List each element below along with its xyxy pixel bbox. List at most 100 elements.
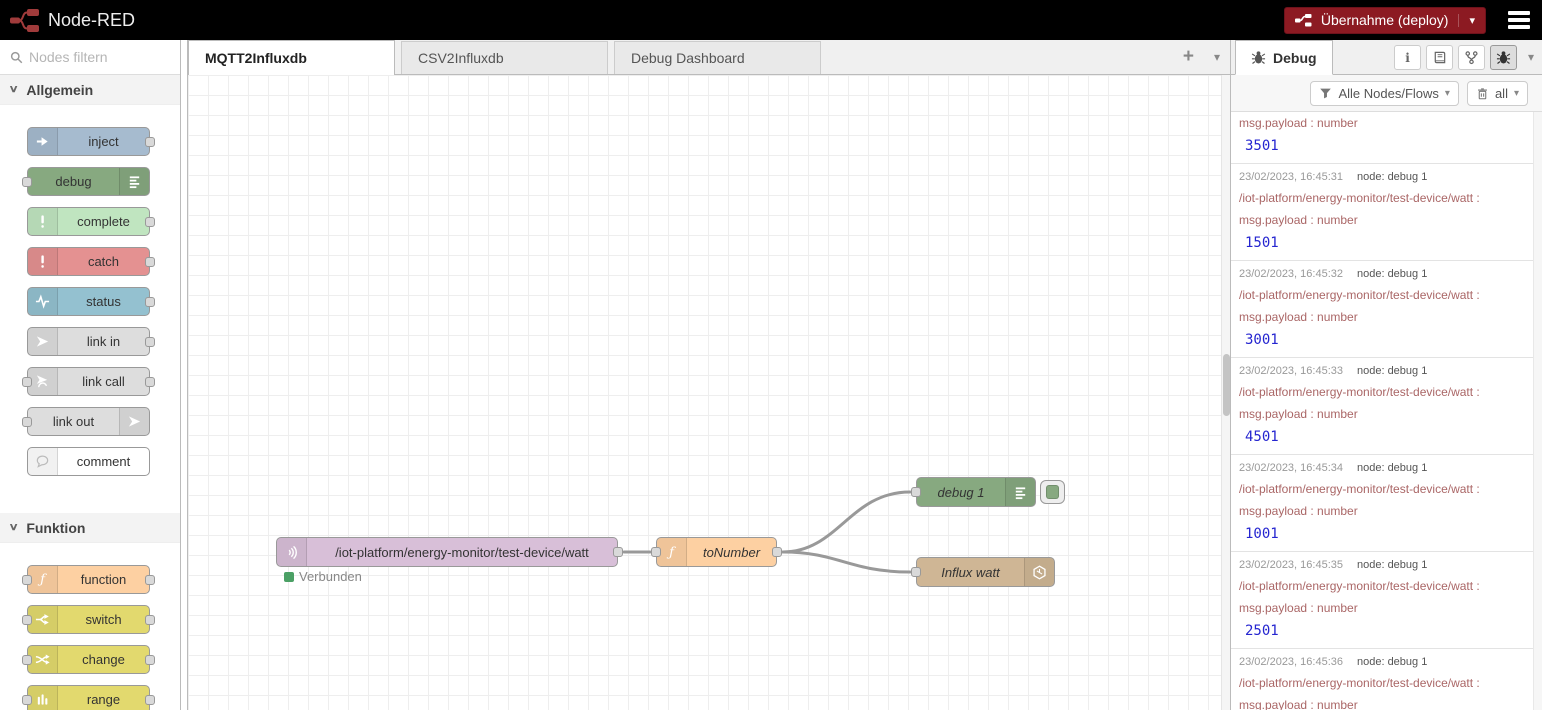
node-input-port[interactable] — [911, 567, 921, 577]
node-output-port[interactable] — [145, 575, 155, 585]
link-call-icon — [35, 374, 50, 389]
debug-clear-button[interactable]: all ▾ — [1467, 81, 1528, 106]
add-flow-button[interactable]: + — [1183, 46, 1194, 68]
node-output-port[interactable] — [145, 217, 155, 227]
palette-node-comment[interactable]: comment — [27, 447, 150, 476]
sidebar-tabbar: Debug i ▾ — [1231, 40, 1542, 75]
message-topic: /iot-platform/energy-monitor/test-device… — [1239, 191, 1523, 205]
node-output-port[interactable] — [145, 377, 155, 387]
exclamation-icon — [35, 214, 50, 229]
node-output-port[interactable] — [145, 337, 155, 347]
message-source-node: node: debug 1 — [1357, 268, 1427, 280]
flow-tab-csv2influxdb[interactable]: CSV2Influxdb — [401, 41, 608, 74]
right-sidebar: Debug i ▾ Alle Nodes/Flows ▾ all ▾ msg.pa… — [1230, 40, 1542, 710]
chevron-down-icon: ∨ — [9, 522, 19, 533]
palette-node-function[interactable]: ƒ function — [27, 565, 150, 594]
switch-icon — [35, 612, 50, 627]
tab-debug[interactable]: Debug — [1235, 40, 1333, 75]
palette-node-link-in[interactable]: link in — [27, 327, 150, 356]
palette-node-complete[interactable]: complete — [27, 207, 150, 236]
node-label: change — [58, 646, 149, 673]
flow-list-caret-icon[interactable]: ▾ — [1214, 50, 1220, 64]
node-input-port[interactable] — [22, 695, 32, 705]
flow-node-function[interactable]: ƒtoNumber — [656, 537, 777, 567]
node-input-port[interactable] — [651, 547, 661, 557]
node-output-port[interactable] — [145, 297, 155, 307]
node-label: link out — [28, 408, 119, 435]
sidebar-tool-info-icon[interactable]: i — [1394, 45, 1421, 70]
sidebar-tools-caret-icon[interactable]: ▾ — [1528, 50, 1534, 64]
node-input-port[interactable] — [22, 615, 32, 625]
node-icon-area — [119, 408, 149, 435]
palette-resizer[interactable] — [181, 40, 188, 710]
function-icon: ƒ — [35, 572, 50, 587]
palette-node-catch[interactable]: catch — [27, 247, 150, 276]
palette-node-link-call[interactable]: link call — [27, 367, 150, 396]
app-title: Node-RED — [48, 10, 135, 31]
palette-section-funktion[interactable]: ∨Funktion — [0, 513, 180, 543]
sidebar-tool-bug-icon[interactable] — [1490, 45, 1517, 70]
bug-icon — [1251, 50, 1266, 65]
debug-message: 23/02/2023, 16:45:31node: debug 1/iot-pl… — [1231, 164, 1533, 261]
message-topic: /iot-platform/energy-monitor/test-device… — [1239, 676, 1523, 690]
node-input-port[interactable] — [22, 655, 32, 665]
canvas-scrollbar — [1221, 75, 1230, 710]
node-input-port[interactable] — [22, 417, 32, 427]
node-output-port[interactable] — [145, 257, 155, 267]
node-label: function — [58, 566, 149, 593]
range-icon — [35, 692, 50, 707]
list-icon — [1013, 485, 1028, 500]
node-input-port[interactable] — [22, 575, 32, 585]
node-output-port[interactable] — [145, 695, 155, 705]
change-icon — [35, 652, 50, 667]
debug-filter-button[interactable]: Alle Nodes/Flows ▾ — [1310, 81, 1458, 106]
palette-node-inject[interactable]: inject — [27, 127, 150, 156]
flow-tab-mqtt2influxdb[interactable]: MQTT2Influxdb — [188, 40, 395, 75]
flow-node-influxdb-out[interactable]: Influx watt — [916, 557, 1055, 587]
palette-search-input[interactable] — [29, 49, 170, 65]
palette-section-allgemein[interactable]: ∨Allgemein — [0, 75, 180, 105]
pulse-icon — [35, 294, 50, 309]
list-icon — [127, 174, 142, 189]
node-icon-area — [28, 606, 58, 633]
debug-scrollbar[interactable] — [1533, 112, 1542, 710]
node-output-port[interactable] — [145, 137, 155, 147]
message-value: 4501 — [1245, 429, 1523, 445]
flow-canvas[interactable]: /iot-platform/energy-monitor/test-device… — [188, 75, 1230, 710]
deploy-options-caret-icon[interactable]: ▾ — [1458, 14, 1475, 27]
filter-funnel-icon — [1319, 87, 1332, 100]
flow-tab-debug-dashboard[interactable]: Debug Dashboard — [614, 41, 821, 74]
node-output-port[interactable] — [613, 547, 623, 557]
node-label: complete — [58, 208, 149, 235]
node-input-port[interactable] — [22, 377, 32, 387]
flow-node-mqtt-in[interactable]: /iot-platform/energy-monitor/test-device… — [276, 537, 618, 567]
sidebar-tool-branch-icon[interactable] — [1458, 45, 1485, 70]
link-icon — [35, 334, 50, 349]
palette-node-status[interactable]: status — [27, 287, 150, 316]
deploy-label: Übernahme (deploy) — [1321, 12, 1449, 28]
message-timestamp: 23/02/2023, 16:45:33 — [1239, 365, 1343, 377]
debug-message-list: msg.payload : number350123/02/2023, 16:4… — [1231, 112, 1542, 710]
palette-node-switch[interactable]: switch — [27, 605, 150, 634]
flow-node-debug[interactable]: debug 1 — [916, 477, 1036, 507]
node-icon-area: ƒ — [657, 538, 687, 566]
node-label: Influx watt — [917, 558, 1024, 586]
message-timestamp: 23/02/2023, 16:45:31 — [1239, 171, 1343, 183]
canvas-scrollbar-thumb[interactable] — [1223, 354, 1230, 416]
node-output-port[interactable] — [772, 547, 782, 557]
message-topic: /iot-platform/energy-monitor/test-device… — [1239, 288, 1523, 302]
palette-node-debug[interactable]: debug — [27, 167, 150, 196]
debug-enable-toggle[interactable] — [1040, 480, 1065, 504]
sidebar-tool-book-icon[interactable] — [1426, 45, 1453, 70]
node-icon-area — [28, 368, 58, 395]
node-input-port[interactable] — [911, 487, 921, 497]
deploy-button[interactable]: Übernahme (deploy) ▾ — [1284, 7, 1486, 34]
palette-search[interactable] — [0, 40, 180, 75]
palette-node-link-out[interactable]: link out — [27, 407, 150, 436]
node-output-port[interactable] — [145, 615, 155, 625]
node-input-port[interactable] — [22, 177, 32, 187]
palette-node-range[interactable]: range — [27, 685, 150, 710]
palette-node-change[interactable]: change — [27, 645, 150, 674]
main-menu-icon[interactable] — [1508, 11, 1530, 29]
node-output-port[interactable] — [145, 655, 155, 665]
